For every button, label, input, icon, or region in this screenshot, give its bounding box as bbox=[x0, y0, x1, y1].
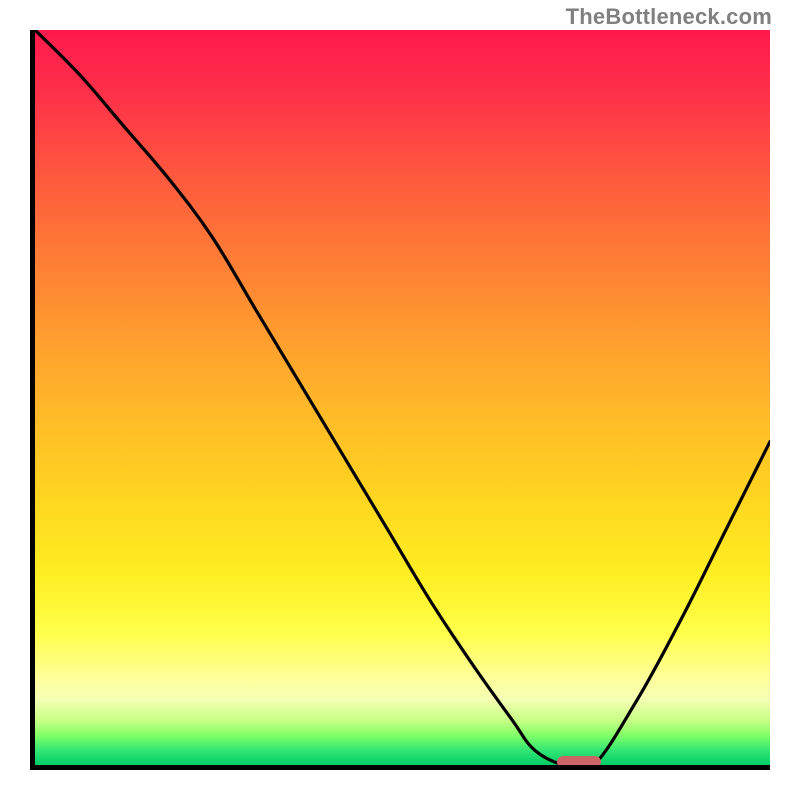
plot-area bbox=[30, 30, 770, 770]
bottleneck-chart: TheBottleneck.com bbox=[0, 0, 800, 800]
optimal-marker bbox=[557, 756, 601, 768]
watermark-text: TheBottleneck.com bbox=[566, 4, 772, 30]
gradient-background bbox=[35, 30, 770, 765]
